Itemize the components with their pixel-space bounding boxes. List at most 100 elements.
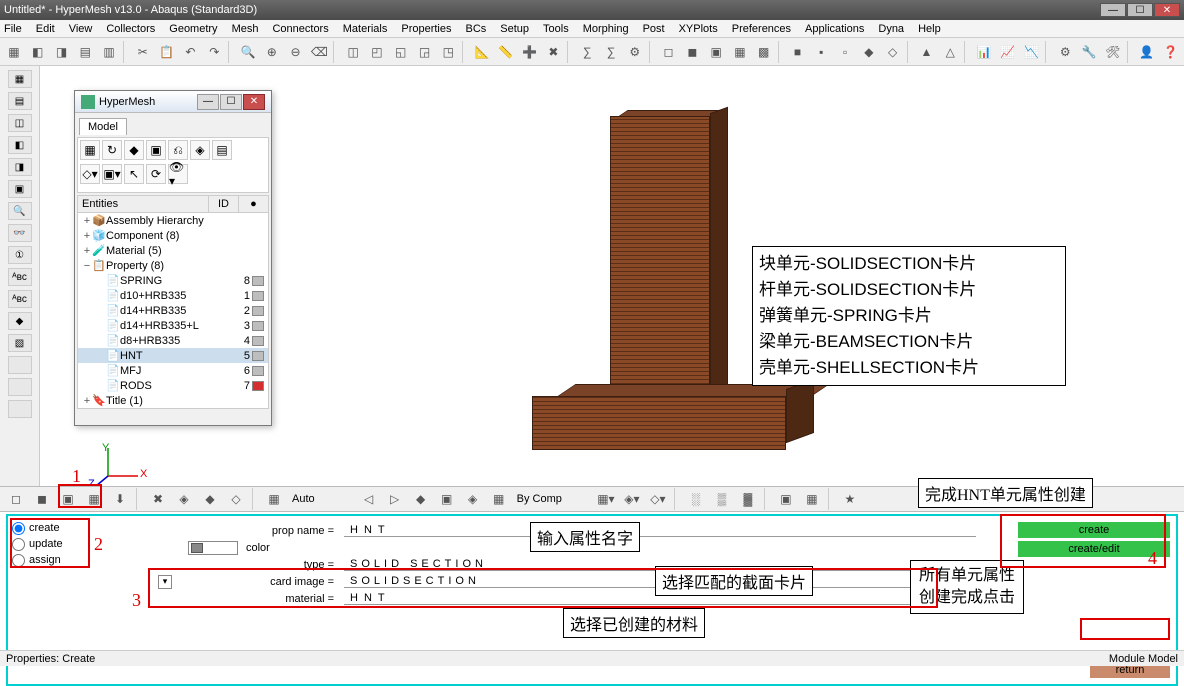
maximize-button[interactable]: ☐ xyxy=(1127,3,1153,17)
mb-tool-icon[interactable]: ▣ xyxy=(146,140,166,160)
menu-mesh[interactable]: Mesh xyxy=(232,23,259,35)
menu-connectors[interactable]: Connectors xyxy=(272,23,328,35)
eye-icon[interactable]: 👁▾ xyxy=(168,164,188,184)
menu-morphing[interactable]: Morphing xyxy=(583,23,629,35)
display-button[interactable]: ◈▾ xyxy=(621,488,643,510)
tree-row[interactable]: 📄d8+HRB3354 xyxy=(78,333,268,348)
mb-maximize-button[interactable]: ☐ xyxy=(220,94,242,110)
toolbar-button[interactable]: ◱ xyxy=(390,41,412,63)
color-button[interactable] xyxy=(188,541,238,555)
display-button[interactable]: ◻ xyxy=(5,488,27,510)
display-button[interactable]: ░ xyxy=(685,488,707,510)
display-button[interactable]: ◆ xyxy=(410,488,432,510)
display-button[interactable]: ◇▾ xyxy=(647,488,669,510)
sidebar-button[interactable] xyxy=(8,400,32,418)
display-button[interactable]: ▣ xyxy=(436,488,458,510)
toolbar-button[interactable]: ◼ xyxy=(681,41,703,63)
cursor-icon[interactable]: ↖ xyxy=(124,164,144,184)
tree-row[interactable]: 📄MFJ6 xyxy=(78,363,268,378)
display-button[interactable]: ◈ xyxy=(173,488,195,510)
toolbar-button[interactable]: ▣ xyxy=(705,41,727,63)
display-button[interactable]: ▣ xyxy=(775,488,797,510)
toolbar-button[interactable]: 📐 xyxy=(471,41,493,63)
toolbar-button[interactable]: ◧ xyxy=(27,41,49,63)
sidebar-button[interactable]: ᴬʙᴄ xyxy=(8,268,32,286)
sidebar-button[interactable]: ◆ xyxy=(8,312,32,330)
mb-tool-icon[interactable]: ▦ xyxy=(80,140,100,160)
toolbar-button[interactable]: ▦ xyxy=(3,41,25,63)
display-button[interactable]: ▓ xyxy=(737,488,759,510)
bycomp-label[interactable]: By Comp xyxy=(517,493,562,505)
mb-tool-icon[interactable]: ◈ xyxy=(190,140,210,160)
sidebar-button[interactable]: ① xyxy=(8,246,32,264)
mb-tool-icon[interactable]: ▤ xyxy=(212,140,232,160)
minimize-button[interactable]: — xyxy=(1100,3,1126,17)
toolbar-button[interactable]: ▫ xyxy=(834,41,856,63)
display-button[interactable]: ▦ xyxy=(488,488,510,510)
menu-dyna[interactable]: Dyna xyxy=(878,23,904,35)
display-button[interactable]: ▷ xyxy=(384,488,406,510)
toolbar-button[interactable]: 📋 xyxy=(156,41,178,63)
toolbar-button[interactable]: ▲ xyxy=(916,41,938,63)
sidebar-button[interactable] xyxy=(8,356,32,374)
display-button[interactable]: ▒ xyxy=(711,488,733,510)
tree-row[interactable]: 📄d14+HRB3352 xyxy=(78,303,268,318)
toolbar-button[interactable]: ▦ xyxy=(729,41,751,63)
display-button[interactable]: ◈ xyxy=(462,488,484,510)
menu-post[interactable]: Post xyxy=(643,23,665,35)
mb-tool-icon[interactable]: ⎌ xyxy=(168,140,188,160)
tree-row[interactable]: 📄d14+HRB335+L3 xyxy=(78,318,268,333)
propname-input[interactable]: HNT xyxy=(344,524,976,537)
display-button[interactable]: ◆ xyxy=(199,488,221,510)
display-button[interactable]: ◇ xyxy=(225,488,247,510)
toolbar-button[interactable]: ◰ xyxy=(366,41,388,63)
mb-tool-icon[interactable]: ◇▾ xyxy=(80,164,100,184)
model-browser[interactable]: HyperMesh — ☐ ✕ Model ▦ ↻ ◆ ▣ ⎌ ◈ ▤ ◇▾ ▣… xyxy=(74,90,272,426)
sidebar-button[interactable] xyxy=(8,378,32,396)
toolbar-button[interactable]: ▤ xyxy=(74,41,96,63)
toolbar-button[interactable]: ↷ xyxy=(203,41,225,63)
sidebar-button[interactable]: 👓 xyxy=(8,224,32,242)
toolbar-button[interactable]: ∑ xyxy=(576,41,598,63)
auto-label[interactable]: Auto xyxy=(292,493,315,505)
tree-row[interactable]: +🔖Title (1) xyxy=(78,393,268,408)
toolbar-button[interactable]: ∑ xyxy=(600,41,622,63)
display-button[interactable]: ◼ xyxy=(31,488,53,510)
menu-properties[interactable]: Properties xyxy=(401,23,451,35)
tree-row[interactable]: +🧊Component (8) xyxy=(78,228,268,243)
menu-xyplots[interactable]: XYPlots xyxy=(679,23,718,35)
toolbar-button[interactable]: 📊 xyxy=(973,41,995,63)
display-button[interactable]: ▦▾ xyxy=(595,488,617,510)
sidebar-button[interactable]: ▦ xyxy=(8,70,32,88)
sidebar-button[interactable]: ▣ xyxy=(8,180,32,198)
sidebar-button[interactable]: ▤ xyxy=(8,92,32,110)
mb-close-button[interactable]: ✕ xyxy=(243,94,265,110)
toolbar-button[interactable]: ✖ xyxy=(543,41,565,63)
toolbar-button[interactable]: ⚙ xyxy=(1054,41,1076,63)
model-browser-titlebar[interactable]: HyperMesh — ☐ ✕ xyxy=(75,91,271,113)
tree-row[interactable]: +🧪Material (5) xyxy=(78,243,268,258)
menu-materials[interactable]: Materials xyxy=(343,23,388,35)
toolbar-button[interactable]: ◇ xyxy=(882,41,904,63)
sidebar-button[interactable]: 🔍 xyxy=(8,202,32,220)
mb-minimize-button[interactable]: — xyxy=(197,94,219,110)
toolbar-button[interactable]: 📉 xyxy=(1021,41,1043,63)
toolbar-button[interactable]: 🔍 xyxy=(237,41,259,63)
mb-tool-icon[interactable]: ⟳ xyxy=(146,164,166,184)
tree-row[interactable]: +📦Assembly Hierarchy xyxy=(78,213,268,228)
toolbar-button[interactable]: ■ xyxy=(787,41,809,63)
mb-tool-icon[interactable]: ↻ xyxy=(102,140,122,160)
toolbar-button[interactable]: ⊖ xyxy=(285,41,307,63)
toolbar-button[interactable]: ❓ xyxy=(1160,41,1182,63)
display-button[interactable]: ✖ xyxy=(147,488,169,510)
toolbar-button[interactable]: 👤 xyxy=(1136,41,1158,63)
display-button[interactable]: ★ xyxy=(839,488,861,510)
mb-tool-icon[interactable]: ◆ xyxy=(124,140,144,160)
toolbar-button[interactable]: ➕ xyxy=(519,41,541,63)
sidebar-button[interactable]: ◨ xyxy=(8,158,32,176)
menu-geometry[interactable]: Geometry xyxy=(169,23,217,35)
menu-setup[interactable]: Setup xyxy=(500,23,529,35)
toolbar-button[interactable]: 📈 xyxy=(997,41,1019,63)
sidebar-button[interactable]: ◧ xyxy=(8,136,32,154)
tree-row[interactable]: 📄RODS7 xyxy=(78,378,268,393)
